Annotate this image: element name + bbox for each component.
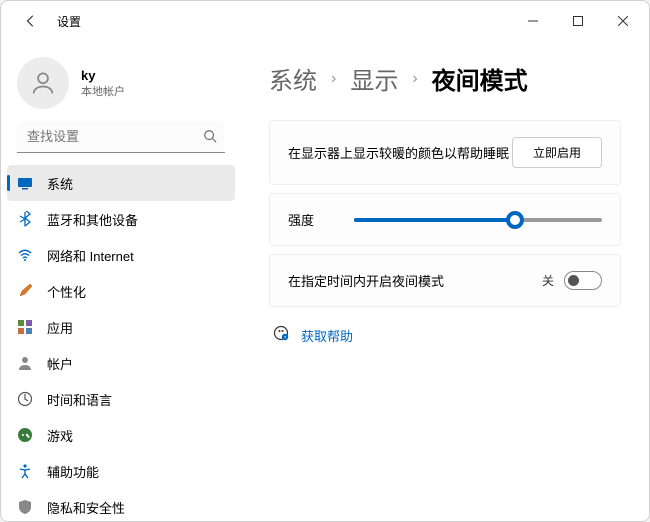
sidebar: ky 本地帐户 系统 蓝牙和其他设备 — [1, 41, 241, 521]
close-icon — [618, 16, 628, 26]
accessibility-icon — [17, 463, 33, 479]
back-button[interactable] — [15, 5, 47, 37]
page-title: 夜间模式 — [432, 61, 528, 96]
nav-list: 系统 蓝牙和其他设备 网络和 Internet 个性化 应用 — [1, 165, 241, 521]
strength-card: 强度 — [269, 193, 621, 246]
search-icon — [203, 129, 217, 148]
minimize-button[interactable] — [510, 5, 555, 37]
nav-gaming[interactable]: 游戏 — [7, 417, 235, 453]
nav-time-language[interactable]: 时间和语言 — [7, 381, 235, 417]
nav-label: 蓝牙和其他设备 — [47, 210, 138, 229]
nav-system[interactable]: 系统 — [7, 165, 235, 201]
help-row: ? 获取帮助 — [269, 325, 621, 346]
user-name: ky — [81, 68, 125, 83]
wifi-icon — [17, 247, 33, 263]
shield-icon — [17, 499, 33, 515]
window-controls — [510, 5, 645, 37]
schedule-card[interactable]: 在指定时间内开启夜间模式 关 — [269, 254, 621, 307]
strength-slider[interactable] — [354, 218, 602, 222]
breadcrumb-display[interactable]: 显示 — [350, 61, 398, 96]
minimize-icon — [528, 16, 538, 26]
nav-label: 帐户 — [47, 354, 73, 373]
nav-bluetooth[interactable]: 蓝牙和其他设备 — [7, 201, 235, 237]
nav-label: 系统 — [47, 174, 73, 193]
nav-apps[interactable]: 应用 — [7, 309, 235, 345]
display-icon — [17, 175, 33, 191]
search-input[interactable] — [17, 121, 225, 153]
maximize-icon — [573, 16, 583, 26]
slider-fill — [354, 218, 515, 222]
settings-window: 设置 ky 本地帐户 — [0, 0, 650, 522]
enable-description: 在显示器上显示较暖的颜色以帮助睡眠 — [288, 143, 512, 162]
gaming-icon — [17, 427, 33, 443]
main-content: 系统 › 显示 › 夜间模式 在显示器上显示较暖的颜色以帮助睡眠 立即启用 强度 — [241, 41, 649, 521]
breadcrumb-system[interactable]: 系统 — [269, 61, 317, 96]
nav-network[interactable]: 网络和 Internet — [7, 237, 235, 273]
nav-personalization[interactable]: 个性化 — [7, 273, 235, 309]
enable-card: 在显示器上显示较暖的颜色以帮助睡眠 立即启用 — [269, 120, 621, 185]
user-profile[interactable]: ky 本地帐户 — [1, 49, 241, 121]
nav-label: 网络和 Internet — [47, 246, 134, 265]
avatar — [17, 57, 69, 109]
toggle-state-text: 关 — [542, 272, 554, 289]
close-button[interactable] — [600, 5, 645, 37]
breadcrumb: 系统 › 显示 › 夜间模式 — [269, 61, 621, 96]
clock-globe-icon — [17, 391, 33, 407]
brush-icon — [17, 283, 33, 299]
nav-label: 辅助功能 — [47, 462, 99, 481]
nav-label: 游戏 — [47, 426, 73, 445]
arrow-left-icon — [24, 14, 38, 28]
search-container — [17, 121, 225, 153]
schedule-toggle-group: 关 — [542, 271, 602, 290]
user-subtitle: 本地帐户 — [81, 83, 125, 99]
maximize-button[interactable] — [555, 5, 600, 37]
nav-label: 隐私和安全性 — [47, 498, 125, 517]
person-icon — [29, 69, 57, 97]
nav-accounts[interactable]: 帐户 — [7, 345, 235, 381]
chevron-right-icon: › — [412, 70, 417, 88]
get-help-link[interactable]: 获取帮助 — [301, 326, 353, 345]
account-icon — [17, 355, 33, 371]
nav-accessibility[interactable]: 辅助功能 — [7, 453, 235, 489]
toggle-knob — [568, 275, 579, 286]
enable-now-button[interactable]: 立即启用 — [512, 137, 602, 168]
window-title: 设置 — [57, 13, 510, 30]
apps-icon — [17, 319, 33, 335]
strength-label: 强度 — [288, 210, 314, 229]
schedule-toggle[interactable] — [564, 271, 602, 290]
slider-thumb[interactable] — [506, 211, 524, 229]
nav-label: 时间和语言 — [47, 390, 112, 409]
chevron-right-icon: › — [331, 70, 336, 88]
bluetooth-icon — [17, 211, 33, 227]
help-icon: ? — [273, 325, 289, 346]
schedule-label: 在指定时间内开启夜间模式 — [288, 271, 542, 290]
titlebar: 设置 — [1, 1, 649, 41]
nav-label: 个性化 — [47, 282, 86, 301]
nav-privacy[interactable]: 隐私和安全性 — [7, 489, 235, 521]
nav-label: 应用 — [47, 318, 73, 337]
body: ky 本地帐户 系统 蓝牙和其他设备 — [1, 41, 649, 521]
